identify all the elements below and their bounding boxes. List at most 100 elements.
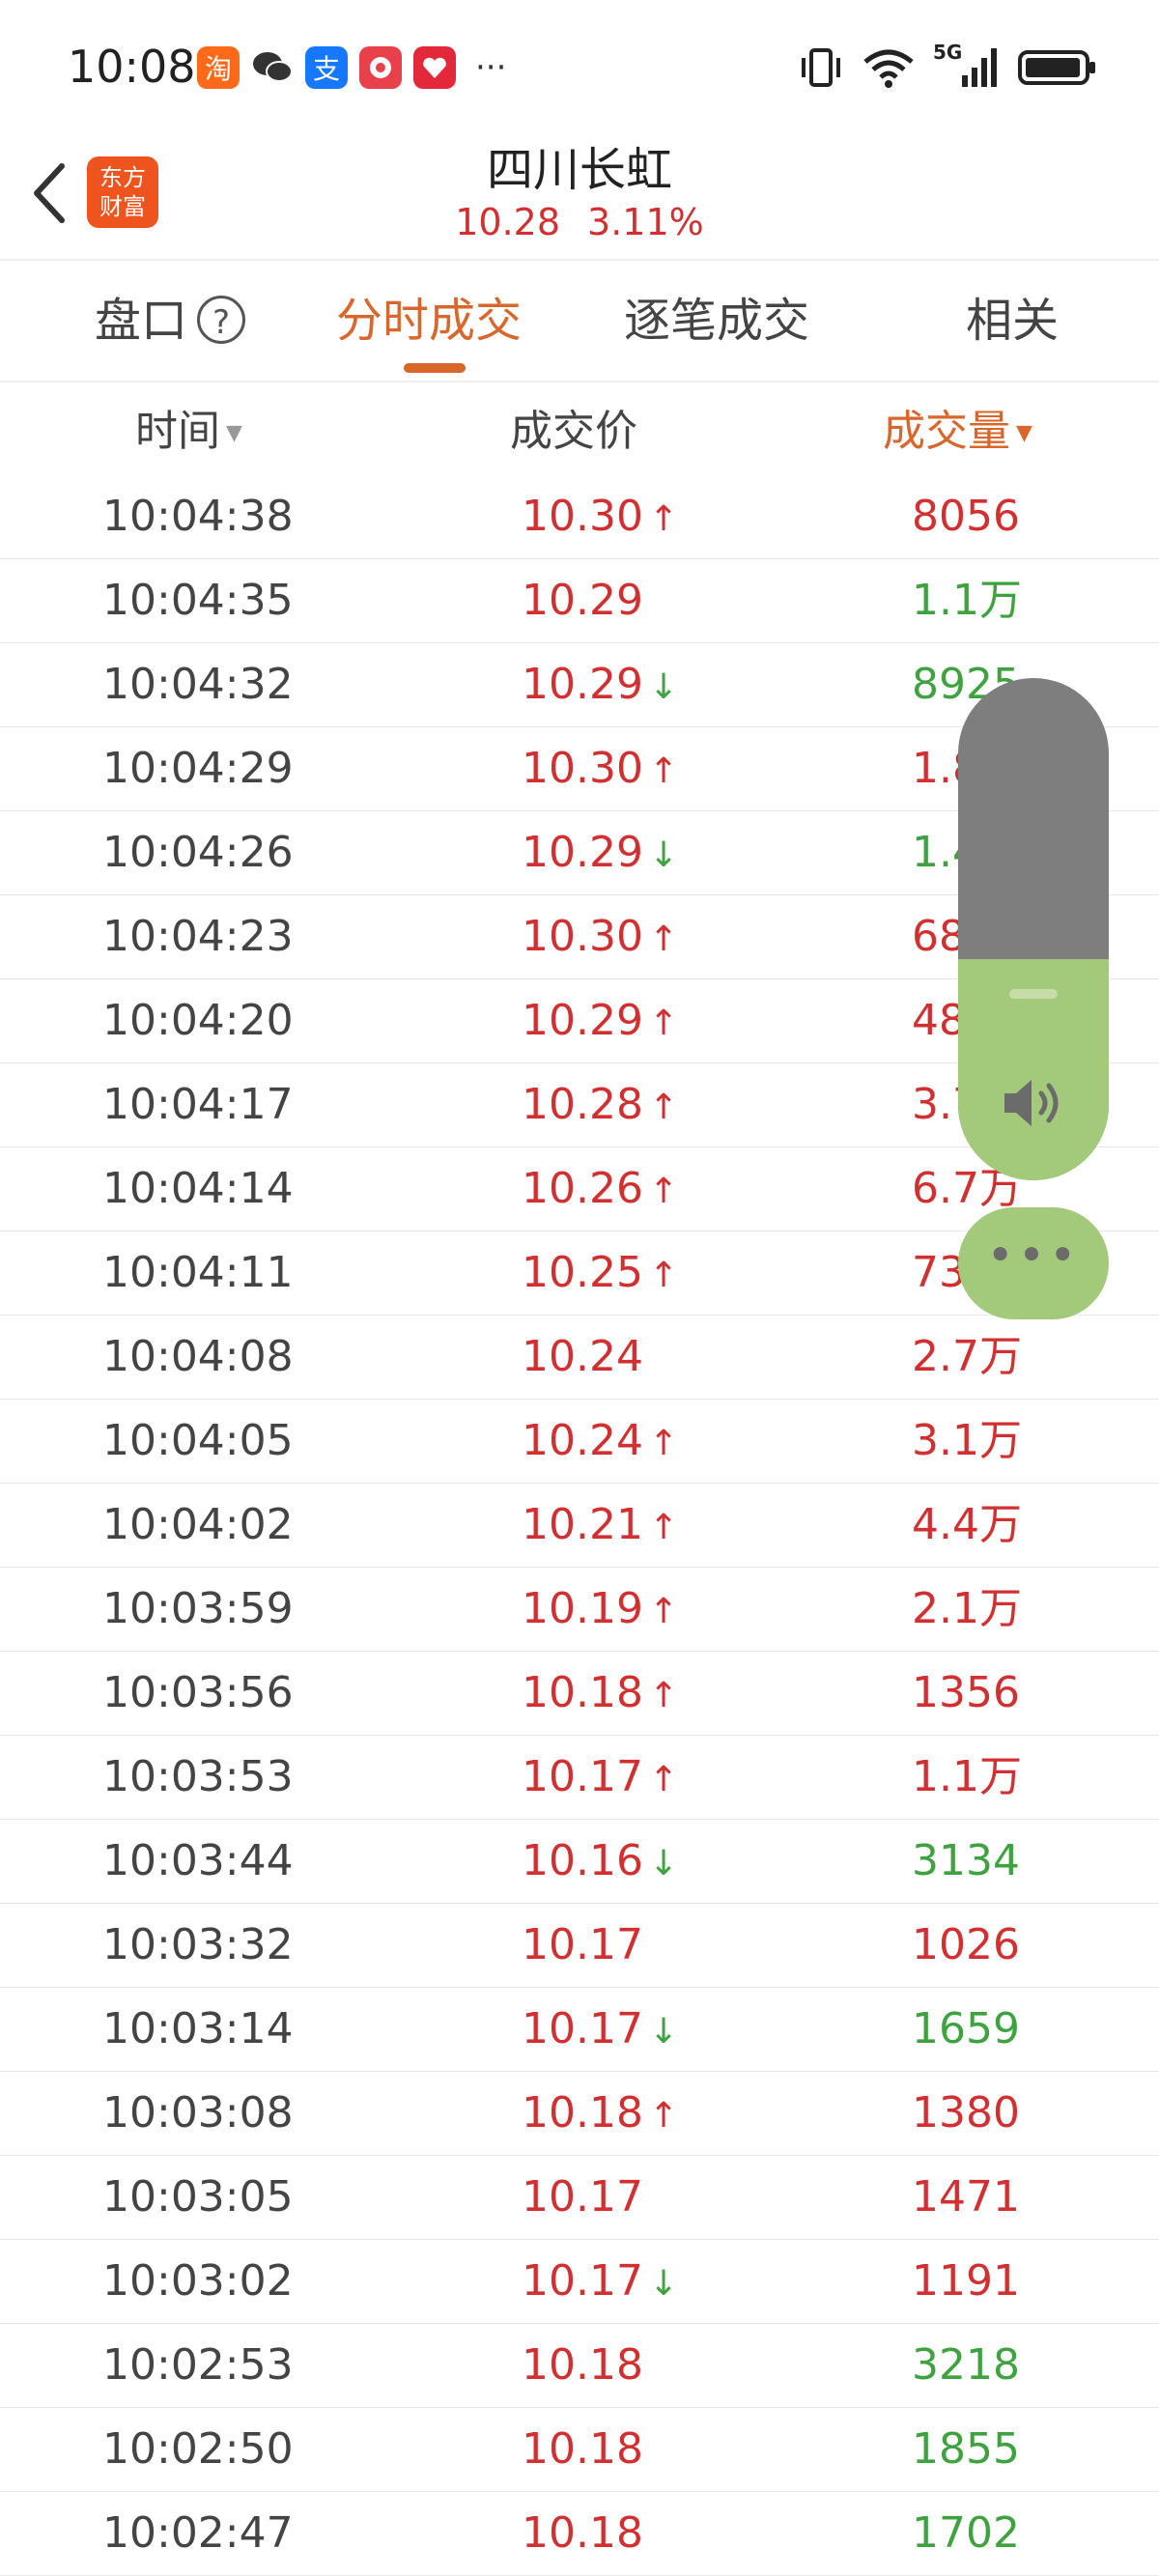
trade-price: 10.17 ↓ [522,1988,678,2074]
wifi-icon [863,49,914,88]
trade-price: 10.28 ↑ [522,1063,678,1149]
help-icon[interactable]: ? [197,296,246,344]
tab-order-book[interactable]: 盘口? [95,261,246,381]
trade-time: 10:02:47 [102,2508,294,2558]
trade-row: 10:04:02 10.21 ↑ 4.4万 [0,1484,1159,1568]
trade-price-value: 10.21 [522,1500,643,1549]
tab-tick-trades[interactable]: 逐笔成交 [624,261,809,381]
trade-price-value: 10.30 [522,744,643,793]
arrow-down-icon: ↓ [648,835,679,875]
trade-price: 10.24 [522,1316,643,1399]
arrow-up-icon: ↑ [648,1508,679,1547]
active-tab-indicator [404,363,466,373]
trade-time: 10:02:53 [102,2340,294,2390]
arrow-up-icon: ↑ [648,1760,679,1799]
trade-price: 10.29 [522,559,643,642]
taobao-icon: 淘 [197,46,240,89]
column-time-label: 时间 [135,407,220,456]
trade-time: 10:04:20 [102,996,294,1045]
back-button[interactable] [23,155,81,232]
trade-price: 10.24 ↑ [522,1400,678,1486]
trade-price: 10.19 ↑ [522,1568,678,1654]
trade-price-value: 10.17 [522,1920,643,1969]
trade-row: 10:03:56 10.18 ↑ 1356 [0,1652,1159,1736]
trade-price-value: 10.16 [522,1836,643,1885]
arrow-down-icon: ↓ [648,1844,679,1883]
trade-volume: 1855 [912,2424,1020,2474]
trade-time: 10:03:59 [102,1584,294,1633]
trade-price-value: 10.17 [522,2172,643,2222]
arrow-up-icon: ↑ [648,499,679,539]
trade-time: 10:04:05 [102,1416,294,1465]
tab-related[interactable]: 相关 [966,261,1059,381]
trade-row: 10:04:35 10.29 1.1万 [0,559,1159,643]
trade-price: 10.18 ↑ [522,1652,678,1738]
trade-time: 10:04:11 [102,1248,294,1297]
trade-time: 10:03:02 [102,2256,294,2306]
trade-price-value: 10.30 [522,912,643,961]
trade-price-value: 10.29 [522,576,643,625]
stock-change: 3.11% [587,201,704,243]
trade-volume: 1659 [912,2004,1020,2053]
trade-row: 10:04:05 10.24 ↑ 3.1万 [0,1400,1159,1484]
status-bar: 10:08 淘 支 ··· 5G [0,0,1159,135]
arrow-down-icon: ↓ [648,667,679,707]
trade-price-value: 10.17 [522,2004,643,2053]
trade-price: 10.18 ↑ [522,2072,678,2158]
trade-price: 10.26 ↑ [522,1147,678,1233]
trade-volume: 1.1万 [912,1752,1022,1801]
trade-price: 10.29 ↓ [522,643,678,729]
trade-price: 10.16 ↓ [522,1820,678,1906]
trade-volume: 1026 [912,1920,1020,1969]
trade-price: 10.17 ↓ [522,2240,678,2326]
stock-name: 四川长虹 [486,143,672,197]
trade-volume: 1191 [912,2256,1020,2306]
tab-label: 分时成交 [336,294,523,348]
arrow-down-icon: ↓ [648,2012,679,2052]
trade-price: 10.29 ↓ [522,811,678,897]
column-volume[interactable]: 成交量 ▼ [883,388,1032,483]
trade-volume: 1702 [912,2508,1020,2558]
trade-time: 10:04:17 [102,1080,294,1129]
trade-price-value: 10.18 [522,2340,643,2390]
column-time[interactable]: 时间 ▼ [135,388,242,483]
trade-volume: 1.1万 [912,576,1022,625]
trade-row: 10:02:47 10.18 1702 [0,2492,1159,2576]
tab-label: 盘口 [95,294,188,348]
trade-price-value: 10.29 [522,828,643,877]
trade-price: 10.30 ↑ [522,727,678,813]
trade-price: 10.18 [522,2492,643,2575]
trade-row: 10:02:53 10.18 3218 [0,2324,1159,2408]
trade-time: 10:02:50 [102,2424,294,2474]
trade-time: 10:04:26 [102,828,294,877]
trade-volume: 3218 [912,2340,1020,2390]
trade-price-value: 10.17 [522,2256,643,2306]
column-volume-label: 成交量 [883,407,1010,456]
app5-icon [413,46,456,89]
trade-row: 10:03:02 10.17 ↓ 1191 [0,2240,1159,2324]
trade-price-value: 10.18 [522,1668,643,1717]
trade-price: 10.17 [522,1904,643,1987]
trade-row: 10:03:05 10.17 1471 [0,2156,1159,2240]
trade-row: 10:03:59 10.19 ↑ 2.1万 [0,1568,1159,1652]
trade-volume: 8056 [912,492,1020,541]
stock-price: 10.28 [455,201,561,243]
trade-time: 10:03:44 [102,1836,294,1885]
trade-volume: 3.1万 [912,1416,1022,1465]
status-time: 10:08 [68,41,196,93]
sort-icon: ▼ [1016,421,1032,445]
volume-slider[interactable] [958,678,1109,1180]
trade-price-value: 10.28 [522,1080,643,1129]
arrow-up-icon: ↑ [648,1004,679,1043]
trade-price-value: 10.19 [522,1584,643,1633]
trade-time: 10:03:53 [102,1752,294,1801]
trade-row: 10:02:50 10.18 1855 [0,2408,1159,2492]
status-right: 5G [798,41,1097,89]
volume-handle[interactable] [1009,989,1058,999]
trade-time: 10:03:05 [102,2172,294,2222]
column-header: 时间 ▼ 成交价 成交量 ▼ [0,388,1159,475]
trade-volume: 1356 [912,1668,1020,1717]
eastmoney-logo[interactable]: 东方 财富 [87,156,158,228]
trade-time: 10:04:23 [102,912,294,961]
more-options-button[interactable]: ••• [958,1207,1109,1319]
